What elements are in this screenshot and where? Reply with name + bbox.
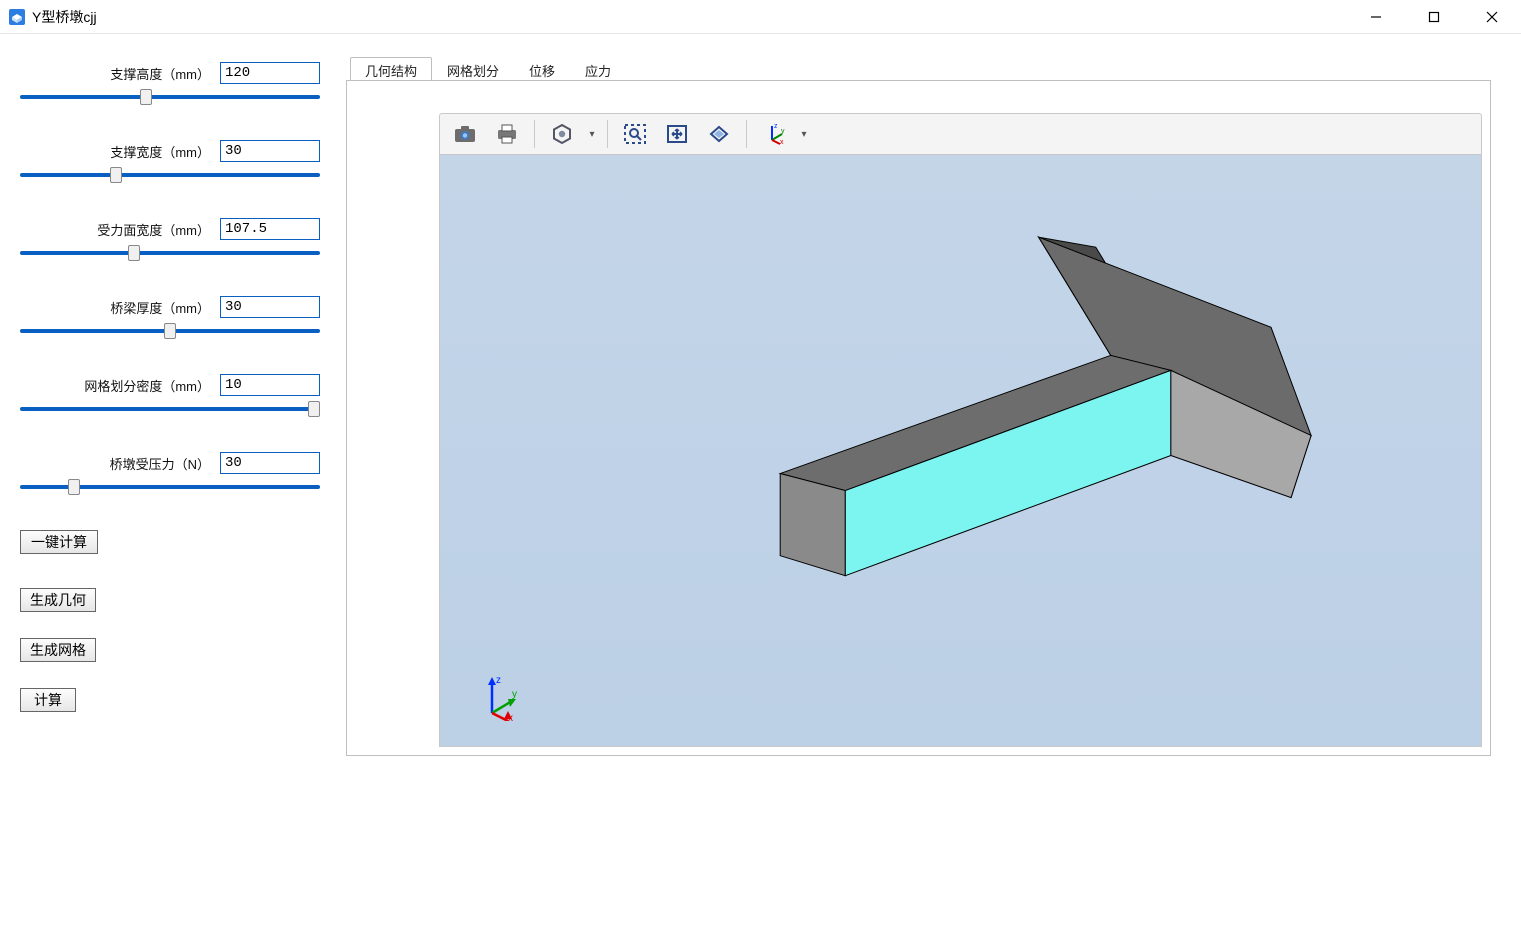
param-label: 支撑宽度（mm） (110, 142, 210, 161)
force-face-width-input[interactable] (220, 218, 320, 240)
pier-pressure-input[interactable] (220, 452, 320, 474)
mesh-density-slider[interactable] (20, 402, 320, 416)
param-beam-thickness: 桥梁厚度（mm） (20, 296, 320, 338)
support-height-slider[interactable] (20, 90, 320, 104)
tab-stress[interactable]: 应力 (570, 57, 626, 81)
tab-geometry[interactable]: 几何结构 (350, 57, 432, 81)
param-mesh-density: 网格划分密度（mm） (20, 374, 320, 416)
force-face-width-slider[interactable] (20, 246, 320, 260)
svg-text:z: z (774, 123, 778, 130)
param-support-width: 支撑宽度（mm） (20, 140, 320, 182)
iso-view-dropdown[interactable]: ▾ (585, 129, 599, 140)
fit-view-icon[interactable] (658, 118, 696, 150)
axis-z-label: z (496, 675, 501, 686)
minimize-button[interactable] (1347, 0, 1405, 33)
tab-mesh[interactable]: 网格划分 (432, 57, 514, 81)
axis-indicator: z y x (478, 673, 522, 724)
generate-geometry-button[interactable]: 生成几何 (20, 588, 96, 612)
tabstrip: 几何结构 网格划分 位移 应力 (346, 56, 1491, 80)
axes-toggle-icon[interactable]: z y x (755, 118, 793, 150)
mesh-density-input[interactable] (220, 374, 320, 396)
param-label: 支撑高度（mm） (110, 64, 210, 83)
beam-thickness-slider[interactable] (20, 324, 320, 338)
viewport-toolbar: ▾ (439, 113, 1482, 155)
svg-text:x: x (780, 139, 784, 145)
camera-icon[interactable] (446, 118, 484, 150)
one-click-compute-button[interactable]: 一键计算 (20, 530, 98, 554)
pier-pressure-slider[interactable] (20, 480, 320, 494)
close-button[interactable] (1463, 0, 1521, 33)
param-pier-pressure: 桥墩受压力（N） (20, 452, 320, 494)
viewport-frame: ▾ (346, 80, 1491, 756)
axis-x-label: x (508, 713, 513, 721)
generate-mesh-button[interactable]: 生成网格 (20, 638, 96, 662)
param-force-face-width: 受力面宽度（mm） (20, 218, 320, 260)
tab-displacement[interactable]: 位移 (514, 57, 570, 81)
iso-view-icon[interactable] (543, 118, 581, 150)
window-controls (1347, 0, 1521, 33)
support-width-input[interactable] (220, 140, 320, 162)
support-height-input[interactable] (220, 62, 320, 84)
param-label: 桥墩受压力（N） (110, 454, 210, 473)
param-label: 受力面宽度（mm） (97, 220, 210, 239)
axis-y-label: y (512, 689, 517, 700)
param-label: 网格划分密度（mm） (84, 376, 210, 395)
app-icon (8, 8, 26, 26)
maximize-button[interactable] (1405, 0, 1463, 33)
svg-text:y: y (781, 128, 785, 135)
rotate-view-icon[interactable] (700, 118, 738, 150)
zoom-window-icon[interactable] (616, 118, 654, 150)
viewport-area: 几何结构 网格划分 位移 应力 (340, 34, 1521, 949)
axes-toggle-dropdown[interactable]: ▾ (797, 129, 811, 140)
support-width-slider[interactable] (20, 168, 320, 182)
param-label: 桥梁厚度（mm） (110, 298, 210, 317)
beam-thickness-input[interactable] (220, 296, 320, 318)
3d-canvas[interactable]: z y x (439, 155, 1482, 747)
compute-button[interactable]: 计算 (20, 688, 76, 712)
param-support-height: 支撑高度（mm） (20, 62, 320, 104)
window-title: Y型桥墩cjj (32, 7, 97, 27)
titlebar: Y型桥墩cjj (0, 0, 1521, 34)
parameter-panel: 支撑高度（mm） 支撑宽度（mm） 受力面宽度（mm） (0, 34, 340, 949)
printer-icon[interactable] (488, 118, 526, 150)
